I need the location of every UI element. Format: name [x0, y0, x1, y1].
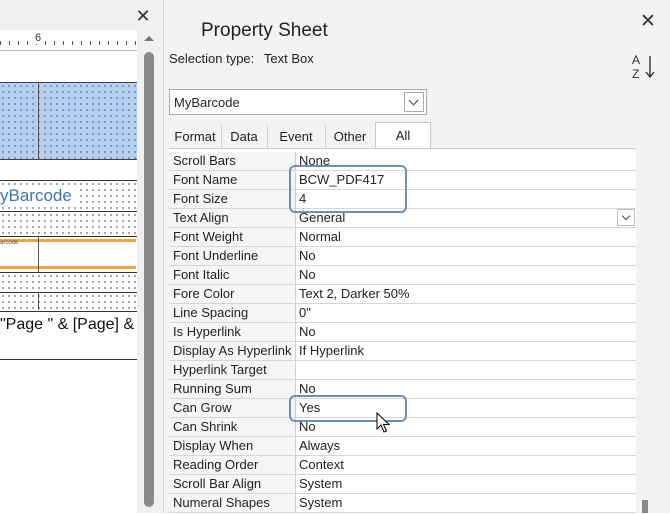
property-value[interactable]: If Hyperlink — [297, 342, 636, 360]
barcode-line-bottom — [0, 266, 136, 269]
property-name: Font Italic — [169, 266, 296, 284]
object-selector-combo[interactable]: MyBarcode — [169, 89, 427, 115]
page-footer-grid — [0, 293, 137, 311]
property-sheet-pane: Property Sheet ✕ Selection type: Text Bo… — [163, 0, 670, 514]
property-name: Numeral Shapes — [169, 494, 296, 512]
sort-az-icon[interactable]: A Z — [629, 52, 659, 80]
property-name: Is Hyperlink — [169, 323, 296, 341]
property-grid: Scroll Bars None Font Name BCW_PDF417 Fo… — [169, 148, 636, 514]
property-row-font-weight[interactable]: Font Weight Normal — [169, 228, 636, 247]
property-value[interactable] — [297, 361, 636, 379]
close-design-icon[interactable]: ✕ — [133, 6, 153, 26]
close-icon[interactable]: ✕ — [636, 10, 660, 34]
property-row-font-italic[interactable]: Font Italic No — [169, 266, 636, 285]
column-line — [38, 292, 39, 310]
property-name: Font Size — [169, 190, 296, 208]
detail-grid — [0, 212, 137, 236]
property-value[interactable]: Always — [297, 437, 636, 455]
property-row-numeral-shapes[interactable]: Numeral Shapes System — [169, 494, 636, 513]
property-value[interactable]: 0" — [297, 304, 636, 322]
tab-data[interactable]: Data — [221, 125, 268, 148]
property-grid-scrollbar[interactable] — [637, 148, 653, 513]
property-name: Running Sum — [169, 380, 296, 398]
property-name: Can Shrink — [169, 418, 296, 436]
property-name: Font Weight — [169, 228, 296, 246]
property-value[interactable]: Text 2, Darker 50% — [297, 285, 636, 303]
footer-grid — [0, 273, 137, 291]
property-name: Line Spacing — [169, 304, 296, 322]
property-value[interactable]: Normal — [297, 228, 636, 246]
property-name: Display As Hyperlink — [169, 342, 296, 360]
property-row-fore-color[interactable]: Fore Color Text 2, Darker 50% — [169, 285, 636, 304]
property-name: Scroll Bars — [169, 152, 296, 170]
barcode-line-top — [0, 239, 136, 242]
selection-type-value: Text Box — [263, 51, 314, 66]
highlight-font-box — [289, 165, 407, 213]
property-row-reading-order[interactable]: Reading Order Context — [169, 456, 636, 475]
property-row-display-when[interactable]: Display When Always — [169, 437, 636, 456]
horizontal-ruler: 6 — [0, 32, 137, 51]
tab-other[interactable]: Other — [325, 125, 376, 148]
property-name: Fore Color — [169, 285, 296, 303]
column-line — [38, 236, 39, 272]
scroll-thumb[interactable] — [642, 500, 648, 513]
svg-text:A: A — [632, 53, 640, 67]
chevron-down-icon[interactable] — [404, 92, 424, 112]
tab-format[interactable]: Format — [169, 125, 222, 148]
section-separator — [0, 236, 137, 237]
property-sheet-title: Property Sheet — [201, 20, 328, 41]
mouse-pointer-icon — [376, 412, 390, 433]
svg-text:Z: Z — [632, 67, 639, 80]
ruler-mark: 6 — [34, 32, 43, 44]
barcode-caption: arcode — [0, 240, 19, 246]
tab-all[interactable]: All — [375, 122, 431, 148]
property-row-is-hyperlink[interactable]: Is Hyperlink No — [169, 323, 636, 342]
property-name: Hyperlink Target — [169, 361, 296, 379]
property-name: Can Grow — [169, 399, 296, 417]
chevron-down-icon[interactable] — [617, 209, 635, 226]
selection-type-label: Selection type: — [169, 51, 255, 66]
section-separator — [0, 311, 137, 312]
property-row-scroll-bar-align[interactable]: Scroll Bar Align System — [169, 475, 636, 494]
property-row-hyperlink-target[interactable]: Hyperlink Target — [169, 361, 636, 380]
property-value[interactable]: No — [297, 266, 636, 284]
property-name: Font Name — [169, 171, 296, 189]
design-canvas[interactable]: 6 yBarcode arcode "Page " & [Page] & — [0, 30, 137, 513]
property-row-display-as-hyperlink[interactable]: Display As Hyperlink If Hyperlink — [169, 342, 636, 361]
design-vertical-scrollbar[interactable] — [141, 30, 157, 513]
property-value[interactable]: System — [297, 494, 636, 512]
tab-event[interactable]: Event — [267, 125, 326, 148]
property-name: Display When — [169, 437, 296, 455]
property-row-line-spacing[interactable]: Line Spacing 0" — [169, 304, 636, 323]
property-name: Reading Order — [169, 456, 296, 474]
property-row-font-underline[interactable]: Font Underline No — [169, 247, 636, 266]
property-name: Scroll Bar Align — [169, 475, 296, 493]
property-value[interactable]: System — [297, 475, 636, 493]
property-value[interactable]: No — [297, 247, 636, 265]
property-name: Text Align — [169, 209, 296, 227]
scroll-thumb[interactable] — [144, 52, 154, 507]
selected-section[interactable] — [0, 82, 137, 160]
barcode-text-field[interactable]: yBarcode — [0, 186, 76, 206]
object-selector-value: MyBarcode — [174, 95, 240, 110]
report-design-pane: ✕ 6 yBarcode arcode "Page " & [Page] & — [0, 0, 163, 513]
section-divider-line — [38, 82, 39, 160]
property-value[interactable]: No — [297, 323, 636, 341]
selection-type: Selection type: Text Box — [169, 51, 314, 66]
property-value[interactable]: Context — [297, 456, 636, 474]
scroll-up-icon[interactable] — [144, 36, 154, 41]
page-number-expression[interactable]: "Page " & [Page] & — [0, 316, 134, 334]
property-name: Font Underline — [169, 247, 296, 265]
section-separator — [0, 359, 137, 360]
